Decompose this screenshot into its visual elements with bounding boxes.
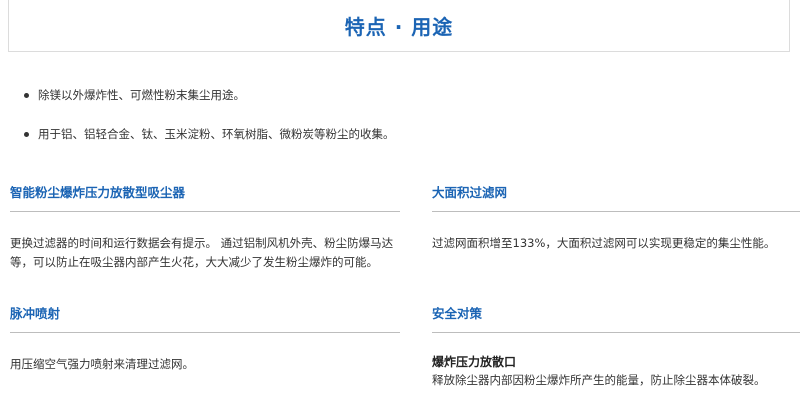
feature-title: 安全对策 (432, 306, 483, 321)
divider (432, 211, 800, 212)
feature-text: 用压缩空气强力喷射来清理过滤网。 (10, 357, 194, 371)
bullet-icon (24, 132, 29, 137)
page-title: 特点 · 用途 (344, 15, 454, 39)
list-item-text: 除镁以外爆炸性、可燃性粉末集尘用途。 (38, 88, 245, 102)
feature-safety: 安全对策 爆炸压力放散口 释放除尘器内部因粉尘爆炸所产生的能量，防止除尘器本体破… (432, 304, 800, 390)
feature-title: 智能粉尘爆炸压力放散型吸尘器 (10, 185, 186, 200)
list-item: 除镁以外爆炸性、可燃性粉末集尘用途。 (16, 86, 395, 104)
feature-title: 脉冲喷射 (10, 306, 61, 321)
section-header: 特点 · 用途 (8, 0, 790, 52)
feature-pulse-jet: 脉冲喷射 用压缩空气强力喷射来清理过滤网。 (10, 304, 400, 374)
feature-text: 释放除尘器内部因粉尘爆炸所产生的能量，防止除尘器本体破裂。 (432, 373, 766, 387)
divider (432, 332, 800, 333)
divider (10, 332, 400, 333)
uses-list: 除镁以外爆炸性、可燃性粉末集尘用途。 用于铝、铝轻合金、钛、玉米淀粉、环氧树脂、… (16, 86, 395, 143)
feature-smart-collector: 智能粉尘爆炸压力放散型吸尘器 更换过滤器的时间和运行数据会有提示。 通过铝制风机… (10, 183, 400, 272)
feature-body: 爆炸压力放散口 释放除尘器内部因粉尘爆炸所产生的能量，防止除尘器本体破裂。 (432, 353, 800, 390)
list-item: 用于铝、铝轻合金、钛、玉米淀粉、环氧树脂、微粉炭等粉尘的收集。 (16, 125, 395, 143)
feature-title: 大面积过滤网 (432, 185, 508, 200)
bullet-icon (24, 93, 29, 98)
divider (10, 211, 400, 212)
feature-text: 更换过滤器的时间和运行数据会有提示。 通过铝制风机外壳、粉尘防爆马达等，可以防止… (10, 236, 394, 269)
feature-large-filter: 大面积过滤网 过滤网面积增至133%，大面积过滤网可以实现更稳定的集尘性能。 (432, 183, 800, 253)
feature-text: 过滤网面积增至133%，大面积过滤网可以实现更稳定的集尘性能。 (432, 236, 776, 250)
feature-subtitle: 爆炸压力放散口 (432, 355, 517, 369)
list-item-text: 用于铝、铝轻合金、钛、玉米淀粉、环氧树脂、微粉炭等粉尘的收集。 (38, 127, 395, 141)
